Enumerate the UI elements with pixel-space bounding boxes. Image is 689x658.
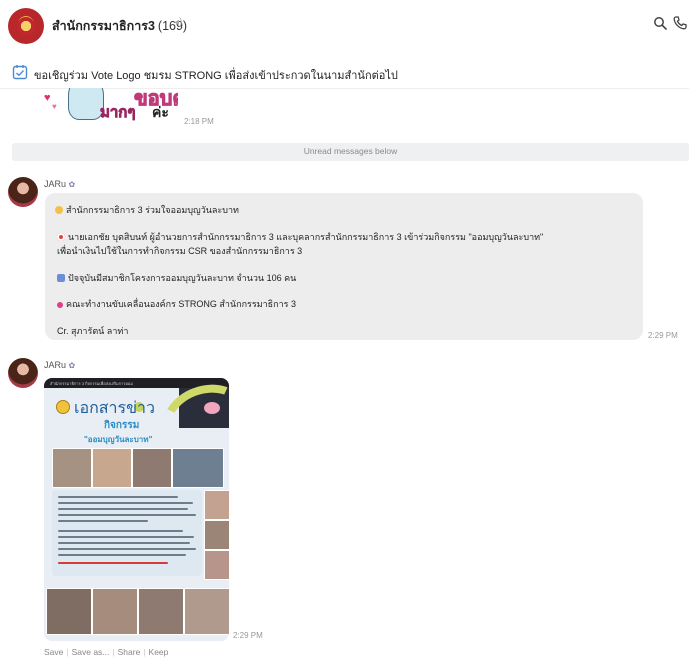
message-line: เพื่อนำเงินไปใช้ในการทำกิจกรรม CSR ของสำ… (57, 244, 302, 258)
poster-text-line (58, 542, 190, 544)
image-attachment[interactable]: สำนักกรรมาธิการ 3 กิจกรรมเพื่อส่งเสริมกา… (44, 378, 229, 641)
group-logo (17, 17, 35, 35)
sender-name[interactable]: JARu ✿ (44, 179, 75, 189)
message-line: สำนักกรรมาธิการ 3 ร่วมใจออมบุญวันละบาท (55, 203, 239, 217)
poster-text-line (58, 508, 188, 510)
message-line: นายเอกชัย บุตสิบนท์ ผู้อำนวยการสำนักกรรม… (57, 230, 543, 244)
piggy-bank-icon (204, 402, 220, 414)
sticker-text: มากๆ (100, 104, 136, 122)
chat-header: สำนักกรรมาธิการ3 (169) ◂) (0, 0, 689, 52)
sender-name-text: JARu (44, 360, 67, 370)
message-line: คณะทำงานขับเคลื่อนองค์กร STRONG สำนักกรร… (57, 297, 296, 311)
message-time: 2:18 PM (184, 117, 214, 126)
poster-text-panel (52, 490, 202, 576)
poster-photo (92, 588, 138, 635)
poster-text-line (58, 536, 194, 538)
message-time: 2:29 PM (648, 331, 678, 340)
divider: | (143, 647, 146, 657)
mute-icon: ◂) (174, 17, 183, 28)
poster-photo (204, 550, 229, 580)
poster-photo (204, 520, 229, 550)
member-count: (169) (157, 19, 188, 33)
poster-text-line (58, 502, 193, 504)
sender-emoji: ✿ (68, 180, 76, 189)
avatar[interactable] (8, 358, 38, 388)
poster-subtitle: กิจกรรม (104, 420, 140, 431)
share-button[interactable]: Share (118, 647, 141, 657)
sender-emoji: ✿ (68, 361, 76, 370)
sender-name-text: JARu (44, 179, 67, 189)
divider: | (66, 647, 69, 657)
image-actions: Save | Save as... | Share | Keep (44, 647, 168, 657)
unread-divider-text: Unread messages below (303, 146, 398, 156)
message-bubble[interactable]: สำนักกรรมาธิการ 3 ร่วมใจออมบุญวันละบาท น… (45, 193, 643, 340)
message-line: ปัจจุบันมีสมาชิกโครงการออมบุญวันละบาท จำ… (57, 271, 296, 285)
save-button[interactable]: Save (44, 647, 63, 657)
sticker-character (68, 88, 104, 120)
poster-text-line (58, 562, 168, 564)
poster-photo (92, 448, 132, 488)
poster-subtitle: "ออมบุญวันละบาท" (84, 435, 153, 444)
calendar-icon (57, 274, 65, 282)
poster-photo (138, 588, 184, 635)
search-icon[interactable] (653, 16, 667, 30)
poster-text-line (58, 548, 196, 550)
message-line-text: Cr. สุภารัตน์ ลาท่า (57, 326, 129, 336)
message-line-text: คณะทำงานขับเคลื่อนองค์กร STRONG สำนักกรร… (66, 299, 297, 309)
heart-icon: ♥ (52, 102, 57, 111)
sticker-text: ค่ะ (152, 104, 169, 120)
poster-caption: สำนักกรรมาธิการ 3 กิจกรรมเพื่อส่งเสริมกา… (50, 381, 133, 386)
poster-text-line (58, 530, 183, 532)
message-time: 2:29 PM (233, 631, 263, 640)
chat-title[interactable]: สำนักกรรมาธิการ3 (169) (52, 16, 187, 36)
message-line-text: นายเอกชัย บุตสิบนท์ ผู้อำนวยการสำนักกรรม… (68, 232, 544, 242)
message-line-text: เพื่อนำเงินไปใช้ในการทำกิจกรรม CSR ของสำ… (57, 246, 303, 256)
poster-photo (46, 588, 92, 635)
message-line: Cr. สุภารัตน์ ลาท่า (57, 324, 128, 338)
poster-photo (204, 490, 229, 520)
pin-icon (57, 302, 63, 308)
hand-icon (55, 206, 63, 214)
target-icon (57, 233, 65, 241)
phone-icon[interactable] (673, 16, 687, 30)
unread-divider: Unread messages below (12, 143, 689, 161)
poster-text-line (58, 554, 186, 556)
poster-photo (132, 448, 172, 488)
group-avatar[interactable] (8, 8, 44, 44)
divider: | (112, 647, 115, 657)
keep-button[interactable]: Keep (149, 647, 169, 657)
announcement-bar[interactable]: ขอเชิญร่วม Vote Logo ชมรม STRONG เพื่อส่… (0, 58, 689, 89)
poster-text-line (58, 520, 148, 522)
message-line-text: สำนักกรรมาธิการ 3 ร่วมใจออมบุญวันละบาท (66, 205, 239, 215)
checklist-icon (12, 65, 28, 80)
message-line-text: ปัจจุบันมีสมาชิกโครงการออมบุญวันละบาท จำ… (68, 273, 297, 283)
poster-photo (172, 448, 224, 488)
save-as-button[interactable]: Save as... (72, 647, 110, 657)
sender-name[interactable]: JARu ✿ (44, 360, 75, 370)
poster-text-line (58, 496, 178, 498)
chat-title-text: สำนักกรรมาธิการ3 (52, 19, 155, 33)
heart-icon: ♥ (44, 92, 51, 104)
coin-icon (56, 400, 70, 414)
poster-text-line (58, 514, 196, 516)
sticker-message[interactable]: ♥ ♥ ขอบคุณ มากๆ ค่ะ (38, 88, 178, 126)
poster-photo (184, 588, 229, 635)
poster-photo (52, 448, 92, 488)
announcement-text: ขอเชิญร่วม Vote Logo ชมรม STRONG เพื่อส่… (34, 70, 398, 82)
avatar[interactable] (8, 177, 38, 207)
